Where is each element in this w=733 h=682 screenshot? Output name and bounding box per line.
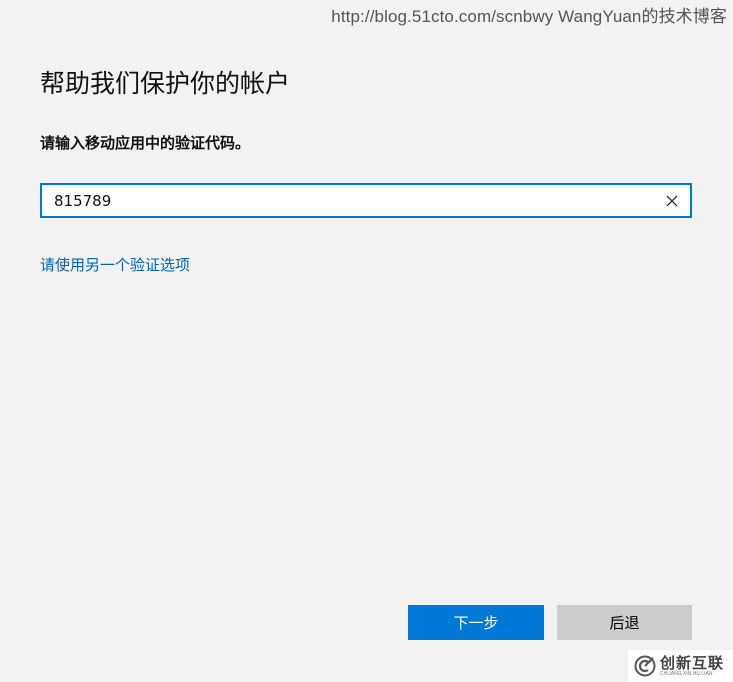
- instruction-text: 请输入移动应用中的验证代码。: [40, 134, 251, 152]
- brand-name: 创新互联: [660, 653, 725, 672]
- page-title: 帮助我们保护你的帐户: [40, 69, 291, 98]
- alt-verification-link[interactable]: 请使用另一个验证选项: [40, 254, 190, 275]
- verification-code-input[interactable]: [42, 185, 654, 216]
- close-icon[interactable]: [654, 185, 690, 216]
- next-button[interactable]: 下一步: [408, 605, 544, 640]
- brand-subtitle: CHUANG XIN HU LIAN: [660, 670, 713, 677]
- back-button[interactable]: 后退: [557, 605, 692, 640]
- brand-logo: 创新互联 CHUANG XIN HU LIAN: [628, 650, 733, 682]
- verification-code-field[interactable]: [40, 183, 692, 218]
- brand-logo-icon: [634, 655, 656, 677]
- watermark-text: http://blog.51cto.com/scnbwy WangYuan的技术…: [331, 7, 727, 26]
